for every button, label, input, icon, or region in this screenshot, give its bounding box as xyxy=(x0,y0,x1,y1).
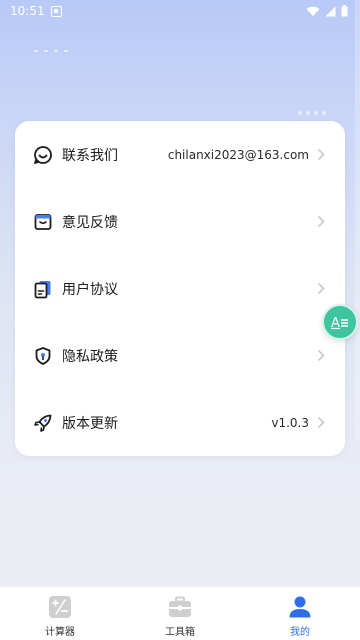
decorative-dots xyxy=(298,111,326,115)
tab-calculator[interactable]: 计算器 xyxy=(0,587,120,640)
chevron-right-icon xyxy=(317,416,327,430)
edge-strip xyxy=(355,0,360,440)
tab-toolbox[interactable]: 工具箱 xyxy=(120,587,240,640)
contact-email: chilanxi2023@163.com xyxy=(167,147,309,162)
text-format-icon: A xyxy=(331,316,348,330)
chevron-right-icon xyxy=(317,148,327,162)
menu-item-label: 版本更新 xyxy=(62,415,118,432)
tab-mine[interactable]: 我的 xyxy=(240,587,360,640)
notification-icon xyxy=(50,5,62,17)
decorative-dots xyxy=(34,50,68,52)
menu-item-label: 隐私政策 xyxy=(62,348,118,365)
privacy-shield-icon xyxy=(33,346,53,366)
menu-item-feedback[interactable]: 意见反馈 xyxy=(15,188,345,255)
document-icon xyxy=(33,279,53,299)
status-time: 10:51 xyxy=(10,4,45,18)
chevron-right-icon xyxy=(317,282,327,296)
user-icon xyxy=(287,594,313,620)
toolbox-icon xyxy=(167,594,193,620)
feedback-box-icon xyxy=(33,212,53,232)
menu-item-contact[interactable]: 联系我们 chilanxi2023@163.com xyxy=(15,121,345,188)
menu-item-label: 意见反馈 xyxy=(62,214,118,231)
tab-label: 计算器 xyxy=(45,627,75,638)
battery-icon xyxy=(341,5,348,17)
menu-item-label: 联系我们 xyxy=(62,147,118,164)
tab-label: 工具箱 xyxy=(165,627,195,638)
text-format-floating-button[interactable]: A xyxy=(322,304,358,340)
tab-label: 我的 xyxy=(290,627,310,638)
rocket-icon xyxy=(33,413,53,433)
version-number: v1.0.3 xyxy=(271,415,309,430)
menu-item-user-agreement[interactable]: 用户协议 xyxy=(15,255,345,322)
menu-item-version-update[interactable]: 版本更新 v1.0.3 xyxy=(15,389,345,456)
svg-text:A: A xyxy=(331,316,340,330)
settings-card: 联系我们 chilanxi2023@163.com 意见反馈 用户协议 隐私政策… xyxy=(15,121,345,456)
smile-chat-icon xyxy=(33,145,53,165)
menu-item-label: 用户协议 xyxy=(62,281,118,298)
menu-item-privacy-policy[interactable]: 隐私政策 xyxy=(15,322,345,389)
chevron-right-icon xyxy=(317,215,327,229)
chevron-right-icon xyxy=(317,349,327,363)
calculator-icon xyxy=(47,594,73,620)
wifi-icon xyxy=(306,6,320,16)
status-bar: 10:51 xyxy=(0,0,360,22)
signal-icon xyxy=(325,6,336,16)
bottom-tab-bar: 计算器 工具箱 我的 xyxy=(0,586,360,640)
